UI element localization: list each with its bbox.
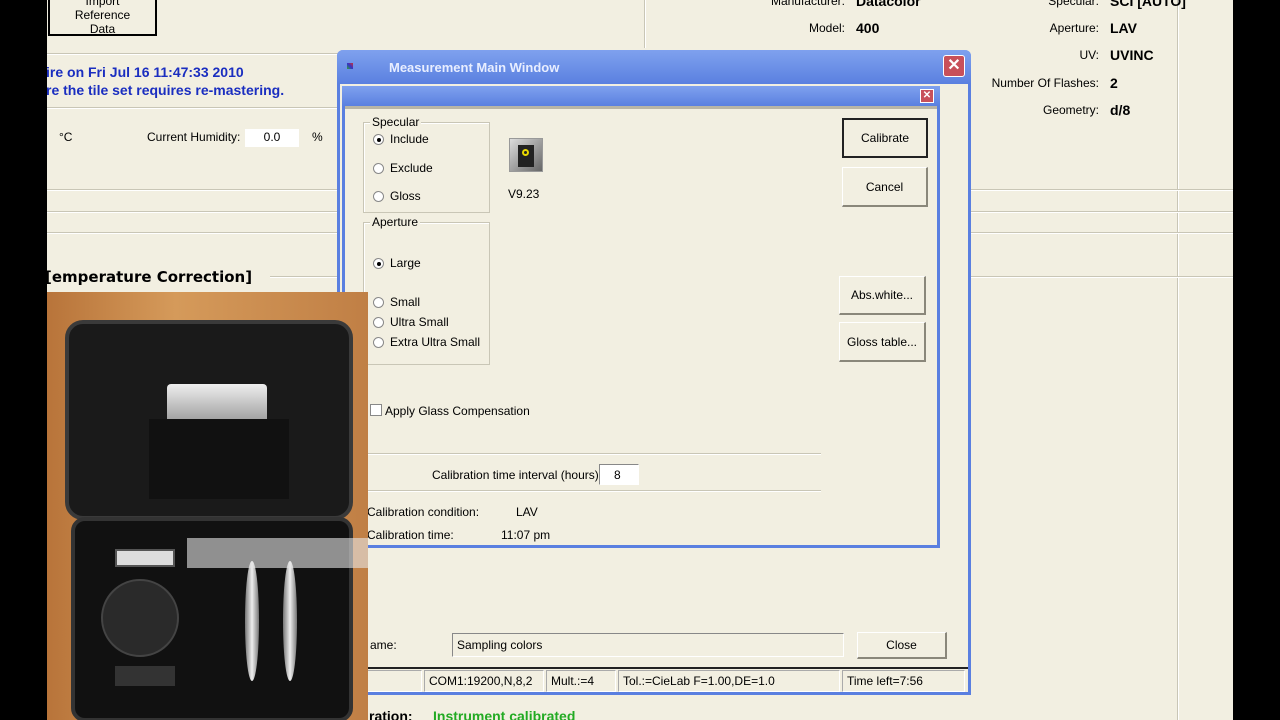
status-bar: COM1:19200,N,8,2 Mult.:=4 Tol.:=CieLab F… [340,670,968,692]
status-time-left: Time left=7:56 [842,670,965,692]
condition-label: Calibration condition: [367,505,480,519]
notice-line-1: ire on Fri Jul 16 11:47:33 2010 [47,64,244,80]
section-title: [emperature Correction] [47,268,253,286]
close-icon[interactable]: ✕ [943,55,965,77]
humidity-field[interactable]: 0.0 [245,129,299,147]
radio-large[interactable]: Large [373,256,421,270]
condition-value: LAV [516,505,538,519]
dialog-title-bar: ✕ [342,86,940,106]
case-lid [65,320,353,520]
calibration-label: ration: [369,708,413,720]
title-bar: Measurement Main Window ✕ [337,50,971,84]
specular-title: Specular [370,115,422,129]
humidity-unit: % [312,130,323,144]
time-label: Calibration time: [367,528,454,542]
name-field[interactable]: Sampling colors [452,633,844,657]
radio-include[interactable]: Include [373,132,429,146]
gloss-table-button[interactable]: Gloss table... [839,322,926,362]
calibrate-button[interactable]: Calibrate [842,118,928,158]
interval-label: Calibration time interval (hours): [432,468,603,482]
cancel-button[interactable]: Cancel [842,167,928,207]
radio-gloss[interactable]: Gloss [373,189,421,203]
import-button-label: Import Reference Data [74,0,131,36]
instrument-case-photo [47,292,368,720]
glass-compensation-checkbox[interactable] [370,404,382,416]
radio-small[interactable]: Small [373,295,420,309]
dialog-close-icon[interactable]: ✕ [920,89,934,103]
abs-white-button[interactable]: Abs.white... [839,276,926,315]
flashes-value: 2 [1110,75,1118,91]
app-icon [347,63,353,69]
manufacturer-value: Datacolor [856,0,921,9]
radio-ultra-small[interactable]: Ultra Small [373,315,449,329]
arrow-overlay [187,538,368,568]
interval-field[interactable]: 8 [599,464,639,485]
geometry-value: d/8 [1110,102,1131,118]
window-title: Measurement Main Window [389,60,560,75]
specular-value: SCI [AUTO] [1110,0,1186,9]
calibration-dialog: ✕ Specular Include Exclude Gloss Apertur… [342,86,940,548]
status-port: COM1:19200,N,8,2 [424,670,544,692]
time-value: 11:07 pm [501,528,551,542]
close-button[interactable]: Close [857,632,947,659]
aperture-label: Aperture: [1049,21,1099,35]
calibration-status: Instrument calibrated [433,708,576,720]
aperture-value: LAV [1110,20,1137,36]
humidity-label: Current Humidity: [147,130,241,144]
manufacturer-label: Manufacturer: [770,0,845,8]
aperture-title: Aperture [370,215,421,229]
version-label: V9.23 [508,187,540,201]
name-label: ame: [370,638,397,652]
notice-line-2: re the tile set requires re-mastering. [47,82,285,98]
temperature-unit: °C [59,130,73,144]
radio-extra-ultra-small[interactable]: Extra Ultra Small [373,335,480,349]
specular-label: Specular: [1048,0,1099,8]
import-reference-data-button[interactable]: Import Reference Data [48,0,157,36]
model-value: 400 [856,20,880,36]
model-label: Model: [808,21,845,35]
status-mult: Mult.:=4 [546,670,616,692]
glass-compensation-label: Apply Glass Compensation [385,404,530,418]
uv-value: UVINC [1110,47,1154,63]
radio-exclude[interactable]: Exclude [373,161,433,175]
instrument-icon [509,138,543,172]
status-tolerance: Tol.:=CieLab F=1.00,DE=1.0 [618,670,840,692]
